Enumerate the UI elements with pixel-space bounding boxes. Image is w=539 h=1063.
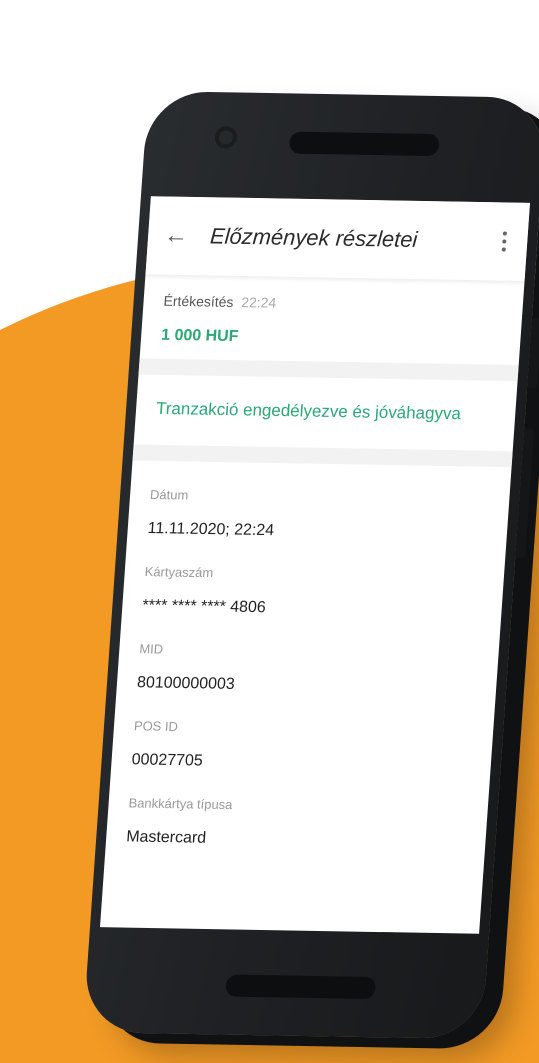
field-label: POS ID — [133, 718, 179, 735]
detail-field-pos-id: POS ID 00027705 — [111, 718, 494, 776]
transaction-type-label: Értékesítés — [163, 292, 235, 310]
field-value: 80100000003 — [136, 674, 236, 693]
transaction-amount: 1 000 HUF — [160, 326, 239, 346]
field-value: 00027705 — [131, 751, 204, 770]
arrow-left-icon[interactable]: ← — [155, 215, 198, 256]
transaction-details: Értékesítés 22:24 1 000 HUF Tranzakció e… — [106, 274, 525, 852]
detail-field-date: Dátum 11.11.2020; 22:24 — [127, 487, 510, 545]
field-value: 11.11.2020; 22:24 — [147, 519, 275, 540]
detail-field-mid: MID 80100000003 — [116, 641, 499, 699]
phone-screen: ← Előzmények részletei Értékesítés 22:24… — [100, 196, 530, 934]
field-label: Dátum — [149, 486, 189, 503]
transaction-summary: Értékesítés 22:24 1 000 HUF — [140, 274, 525, 365]
detail-field-card-type: Bankkártya típusa Mastercard — [106, 795, 489, 853]
bottom-speaker — [225, 974, 377, 1000]
field-label: Bankkártya típusa — [128, 795, 233, 813]
transaction-status: Tranzakció engedélyezve és jóváhagyva — [155, 398, 462, 424]
app-bar: ← Előzmények részletei — [145, 196, 530, 281]
marketing-stage: ← Előzmények részletei Értékesítés 22:24… — [0, 0, 539, 1063]
field-label: Kártyaszám — [144, 564, 214, 581]
smartphone: ← Előzmények részletei Értékesítés 22:24… — [82, 90, 539, 1040]
field-label: MID — [138, 641, 164, 657]
field-value: Mastercard — [125, 828, 207, 847]
more-vertical-icon[interactable] — [488, 221, 521, 262]
transaction-time: 22:24 — [240, 294, 277, 311]
page-title: Előzmények részletei — [209, 223, 419, 253]
detail-field-card-number: Kártyaszám **** **** **** 4806 — [122, 564, 505, 622]
earpiece-speaker — [288, 131, 440, 157]
transaction-type: Értékesítés 22:24 — [143, 292, 523, 315]
field-value: **** **** **** 4806 — [141, 597, 267, 617]
